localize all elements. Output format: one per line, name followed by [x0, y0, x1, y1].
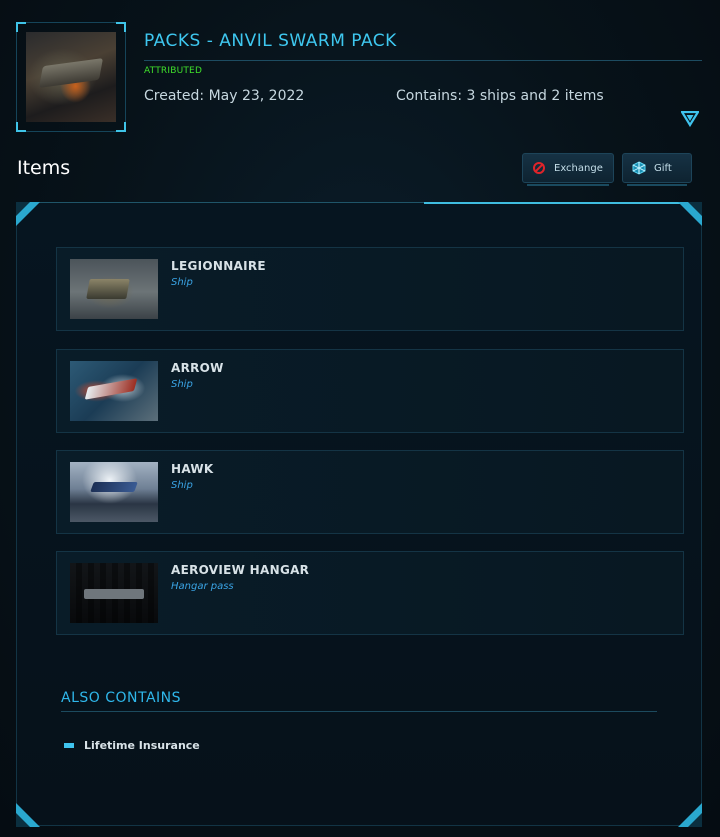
item-thumbnail	[70, 361, 158, 421]
item-name: AEROVIEW HANGAR	[171, 563, 310, 577]
panel-corner-bottom-right	[678, 803, 702, 827]
title-divider	[144, 60, 702, 61]
list-item: AEROVIEW HANGAR Hangar pass	[56, 551, 684, 635]
item-thumbnail	[70, 563, 158, 623]
also-contains-item: Lifetime Insurance	[84, 739, 200, 752]
gift-button-label: Gift	[654, 162, 672, 174]
status-badge: ATTRIBUTED	[144, 66, 203, 76]
pack-thumbnail-frame	[16, 22, 126, 132]
prohibited-circle-icon	[533, 162, 545, 174]
panel-corner-bottom-left	[16, 803, 40, 827]
exchange-button-label: Exchange	[554, 162, 603, 174]
item-name: ARROW	[171, 361, 224, 375]
panel-corner-top-right	[678, 202, 702, 226]
list-item: HAWK Ship	[56, 450, 684, 534]
item-type: Ship	[171, 277, 193, 288]
item-type: Ship	[171, 480, 193, 491]
gift-button[interactable]: Gift	[622, 153, 692, 186]
triangle-down-icon[interactable]	[681, 111, 699, 127]
item-thumbnail	[70, 462, 158, 522]
item-name: LEGIONNAIRE	[171, 259, 266, 273]
bullet-icon	[64, 743, 74, 748]
also-contains-heading: ALSO CONTAINS	[61, 690, 182, 706]
panel-top-highlight	[424, 202, 702, 204]
list-item: LEGIONNAIRE Ship	[56, 247, 684, 331]
created-date: Created: May 23, 2022	[144, 88, 305, 104]
pack-thumbnail-image	[26, 32, 116, 122]
exchange-button[interactable]: Exchange	[522, 153, 614, 186]
item-thumbnail	[70, 259, 158, 319]
items-heading: Items	[17, 157, 71, 179]
frame-corner	[16, 22, 26, 32]
frame-corner	[116, 22, 126, 32]
item-type: Hangar pass	[171, 581, 234, 592]
also-contains-divider	[61, 711, 657, 712]
item-name: HAWK	[171, 462, 214, 476]
ship-illustration	[38, 58, 104, 88]
frame-corner	[16, 122, 26, 132]
item-type: Ship	[171, 379, 193, 390]
panel-corner-top-left	[16, 202, 40, 226]
list-item: ARROW Ship	[56, 349, 684, 433]
gift-cube-icon	[632, 161, 646, 175]
frame-corner	[116, 122, 126, 132]
pledge-item-view: PACKS - ANVIL SWARM PACK ATTRIBUTED Crea…	[0, 0, 720, 837]
pack-title: PACKS - ANVIL SWARM PACK	[144, 31, 397, 51]
contents-summary: Contains: 3 ships and 2 items	[396, 88, 604, 104]
